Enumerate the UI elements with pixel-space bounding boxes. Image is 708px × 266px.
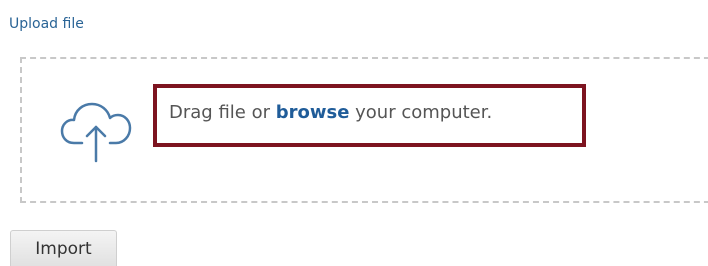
cloud-upload-icon[interactable] — [60, 97, 132, 163]
drop-text-before: Drag file or — [169, 102, 276, 123]
browse-link[interactable]: browse — [276, 102, 350, 123]
upload-section-label: Upload file — [9, 16, 84, 32]
upload-page: Upload file Drag file or browse your com… — [0, 0, 708, 266]
import-button[interactable]: Import — [10, 230, 117, 266]
drop-text-after: your computer. — [349, 102, 493, 123]
drop-instructions: Drag file or browse your computer. — [169, 102, 492, 123]
